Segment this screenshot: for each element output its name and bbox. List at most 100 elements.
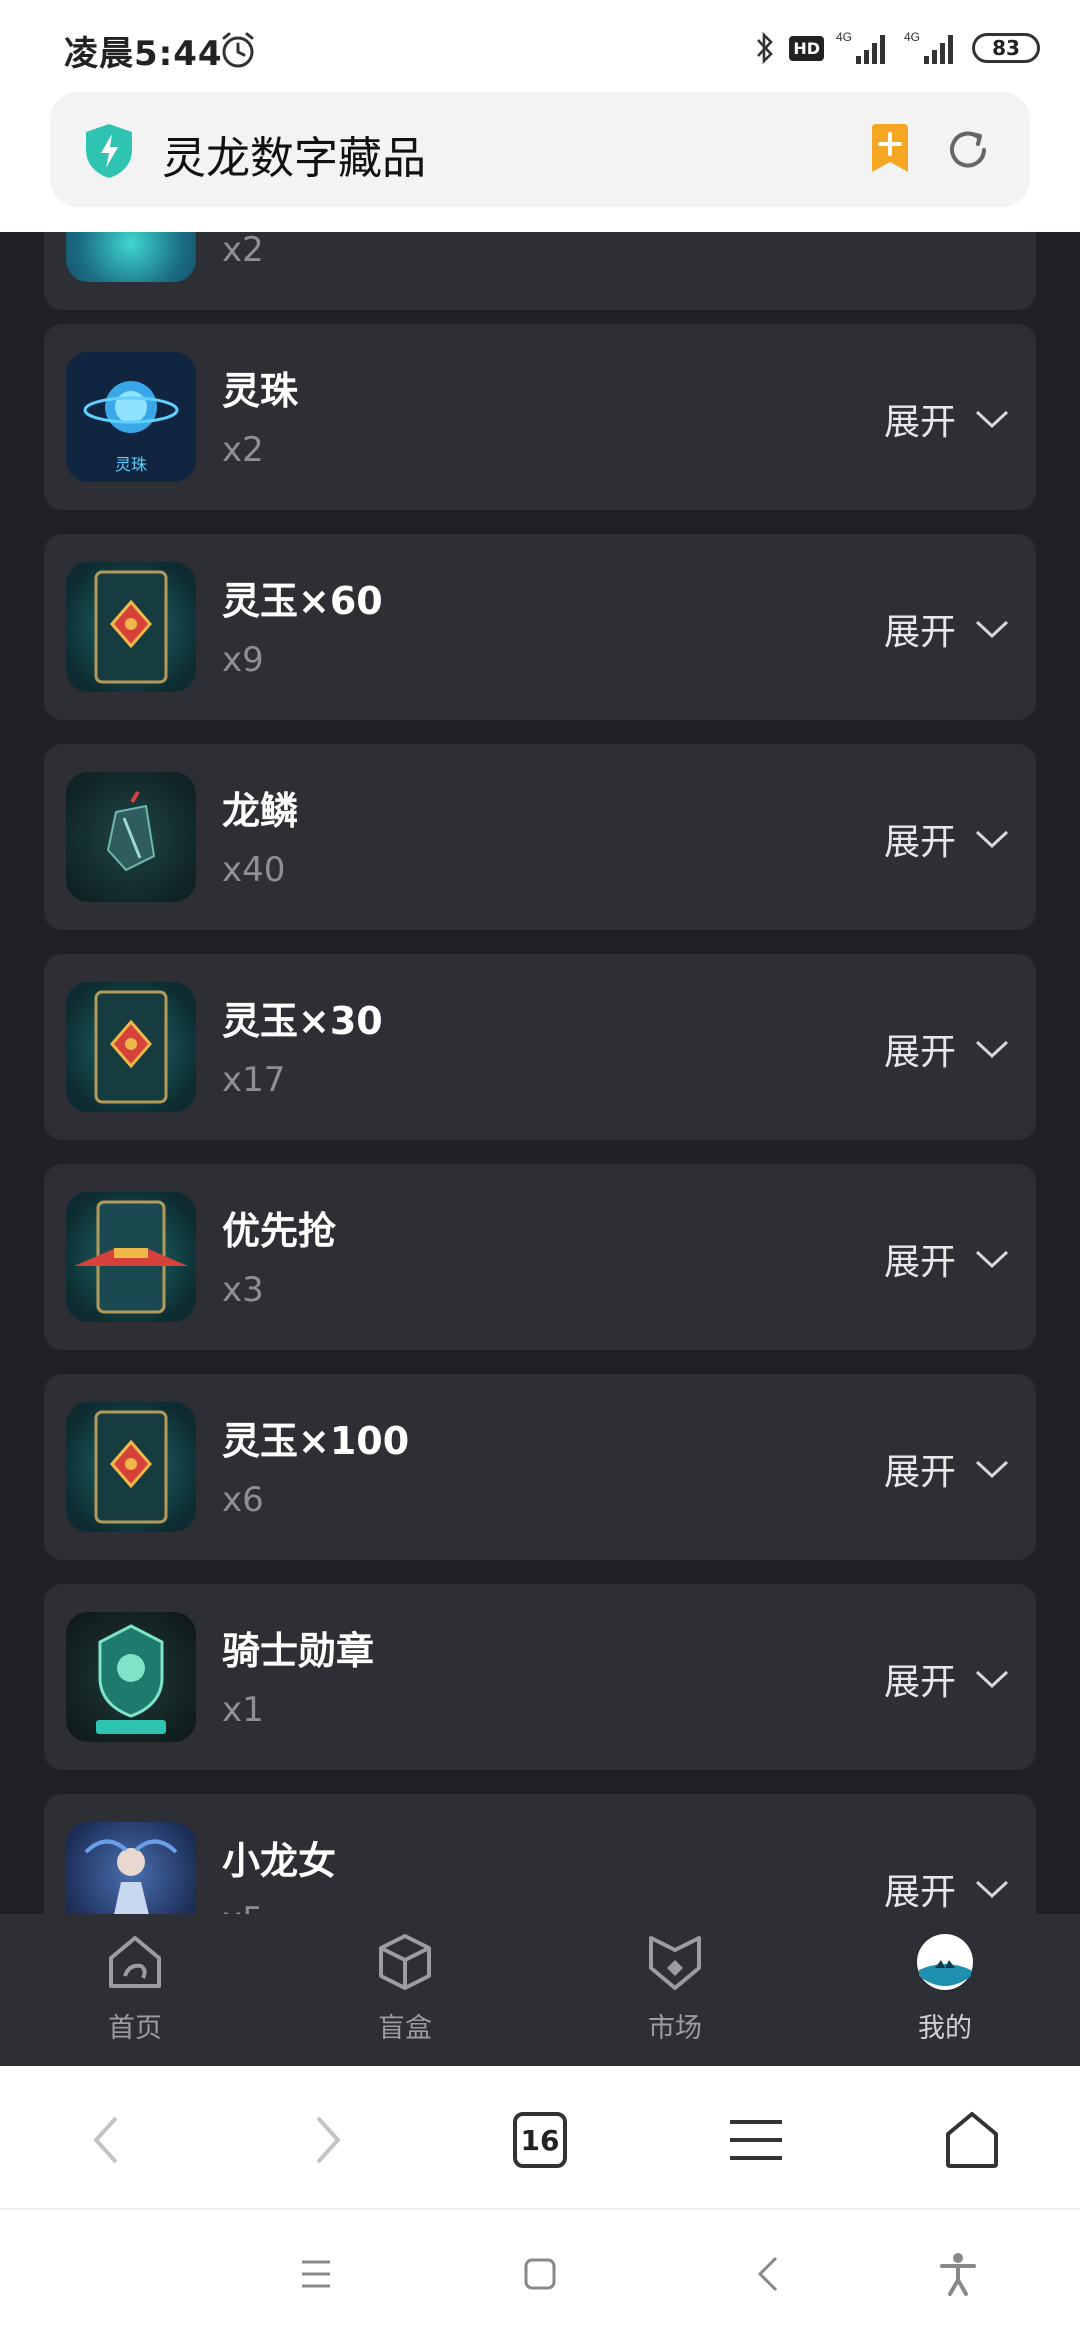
browser-navigation-bar: 16 bbox=[0, 2066, 1080, 2210]
tab-profile[interactable]: 我的 bbox=[810, 1914, 1080, 2066]
browser-address-bar: 灵龙数字藏品 bbox=[0, 92, 1080, 232]
tab-label: 首页 bbox=[108, 2013, 162, 2044]
expand-button[interactable]: 展开 bbox=[884, 1024, 1010, 1074]
back-arrow-icon bbox=[757, 2256, 778, 2292]
home-icon bbox=[109, 1936, 161, 1988]
chevron-down-icon bbox=[975, 620, 1009, 639]
expand-label: 展开 bbox=[883, 1452, 956, 1493]
item-count: x2 bbox=[222, 232, 264, 270]
tab-label: 市场 bbox=[648, 2013, 702, 2044]
item-title: 小龙女 bbox=[222, 1839, 337, 1883]
svg-text:灵珠: 灵珠 bbox=[115, 455, 147, 474]
list-item[interactable]: 骑士勋章 x1 展开 bbox=[44, 1584, 1036, 1770]
chevron-down-icon bbox=[975, 1670, 1009, 1689]
list-item[interactable]: 灵玉×100 x6 展开 bbox=[44, 1374, 1036, 1560]
expand-label: 展开 bbox=[883, 402, 956, 443]
expand-label: 展开 bbox=[883, 1032, 956, 1073]
chevron-down-icon bbox=[975, 410, 1009, 429]
bookmark-add-icon[interactable] bbox=[868, 122, 912, 176]
network-type-2: 4G bbox=[904, 30, 920, 44]
expand-label: 展开 bbox=[883, 1242, 956, 1283]
status-time: 凌晨5:44 bbox=[64, 34, 223, 74]
dragon-girl-image bbox=[66, 1822, 196, 1914]
expand-button[interactable]: 展开 bbox=[884, 1864, 1010, 1914]
app-tab-bar: 首页 盲盒 市场 我的 bbox=[0, 1914, 1080, 2066]
item-count: x6 bbox=[222, 1480, 264, 1520]
item-count: x40 bbox=[222, 850, 286, 890]
forward-button[interactable] bbox=[292, 2104, 364, 2176]
item-title: 灵珠 bbox=[222, 369, 299, 413]
chevron-down-icon bbox=[975, 1460, 1009, 1479]
home-outline-icon bbox=[946, 2112, 998, 2168]
address-pill[interactable]: 灵龙数字藏品 bbox=[50, 92, 1030, 207]
list-item[interactable]: 灵玉×60 x9 展开 bbox=[44, 534, 1036, 720]
network-type-1: 4G bbox=[836, 30, 852, 44]
collection-list: x2 灵珠 灵珠 x2 展开 灵玉×60 x9 展开 龙鳞 x40 展开 灵玉×… bbox=[0, 232, 1080, 1914]
expand-button[interactable]: 展开 bbox=[884, 1234, 1010, 1284]
list-item[interactable]: 龙鳞 x40 展开 bbox=[44, 744, 1036, 930]
list-item[interactable]: 小龙女 x5 展开 bbox=[44, 1794, 1036, 1914]
tab-home[interactable]: 首页 bbox=[0, 1914, 270, 2066]
square-home-icon bbox=[524, 2258, 556, 2290]
home-button[interactable] bbox=[936, 2104, 1008, 2176]
accessibility-button[interactable] bbox=[930, 2246, 986, 2302]
jade-card-image bbox=[66, 562, 196, 692]
security-shield-icon bbox=[86, 124, 132, 178]
expand-button[interactable]: 展开 bbox=[884, 1444, 1010, 1494]
tab-blind-box[interactable]: 盲盒 bbox=[270, 1914, 540, 2066]
battery-indicator: 83 bbox=[972, 33, 1040, 63]
item-title: 灵玉×30 bbox=[222, 999, 383, 1043]
signal-icon-2: 4G bbox=[904, 30, 953, 64]
list-item[interactable]: 灵珠 灵珠 x2 展开 bbox=[44, 324, 1036, 510]
bluetooth-icon bbox=[757, 31, 774, 65]
expand-button[interactable]: 展开 bbox=[884, 814, 1010, 864]
item-count: x5 bbox=[222, 1900, 264, 1914]
item-title: 灵玉×100 bbox=[222, 1419, 410, 1463]
item-title: 灵玉×60 bbox=[222, 579, 383, 623]
system-home-button[interactable] bbox=[512, 2246, 568, 2302]
item-count: x9 bbox=[222, 640, 264, 680]
jade-card-image bbox=[66, 982, 196, 1112]
menu-button[interactable] bbox=[720, 2104, 792, 2176]
expand-button[interactable]: 展开 bbox=[884, 394, 1010, 444]
list-item[interactable]: x2 bbox=[44, 232, 1036, 310]
item-count: x2 bbox=[222, 430, 264, 470]
dragon-scale-image bbox=[66, 772, 196, 902]
chevron-down-icon bbox=[975, 830, 1009, 849]
item-title: 骑士勋章 bbox=[222, 1629, 375, 1673]
item-count: x17 bbox=[222, 1060, 286, 1100]
chevron-down-icon bbox=[975, 1040, 1009, 1059]
system-back-button[interactable] bbox=[740, 2246, 796, 2302]
profile-avatar-icon bbox=[917, 1934, 973, 1990]
tabs-button[interactable]: 16 bbox=[504, 2104, 576, 2176]
status-icons: HD 4G 4G 83 bbox=[753, 28, 1040, 68]
market-icon bbox=[649, 1936, 701, 1990]
spirit-orb-image: 灵珠 bbox=[66, 352, 196, 482]
system-navigation-bar bbox=[0, 2210, 1080, 2340]
item-title: 优先抢 bbox=[222, 1209, 337, 1253]
list-item[interactable]: 灵玉×30 x17 展开 bbox=[44, 954, 1036, 1140]
chevron-down-icon bbox=[975, 1250, 1009, 1269]
item-count: x3 bbox=[222, 1270, 264, 1310]
knight-medal-image bbox=[66, 1612, 196, 1742]
expand-label: 展开 bbox=[883, 822, 956, 863]
expand-label: 展开 bbox=[883, 1872, 956, 1913]
item-title: 龙鳞 bbox=[222, 789, 299, 833]
chevron-right-icon bbox=[316, 2116, 341, 2164]
list-item[interactable]: 优先抢 x3 展开 bbox=[44, 1164, 1036, 1350]
tab-label: 我的 bbox=[918, 2013, 972, 2044]
expand-button[interactable]: 展开 bbox=[884, 1654, 1010, 1704]
tab-market[interactable]: 市场 bbox=[540, 1914, 810, 2066]
recent-apps-button[interactable] bbox=[288, 2246, 344, 2302]
expand-label: 展开 bbox=[883, 1662, 956, 1703]
back-button[interactable] bbox=[70, 2104, 142, 2176]
accessibility-icon bbox=[940, 2253, 976, 2296]
character-avatar-partial bbox=[66, 232, 196, 282]
signal-icon-1: 4G bbox=[836, 30, 885, 64]
site-title: 灵龙数字藏品 bbox=[162, 133, 426, 184]
chevron-left-icon bbox=[93, 2116, 118, 2164]
hd-badge: HD bbox=[789, 35, 824, 61]
expand-button[interactable]: 展开 bbox=[884, 604, 1010, 654]
reload-icon[interactable] bbox=[940, 122, 996, 178]
alarm-clock-icon bbox=[222, 32, 254, 68]
